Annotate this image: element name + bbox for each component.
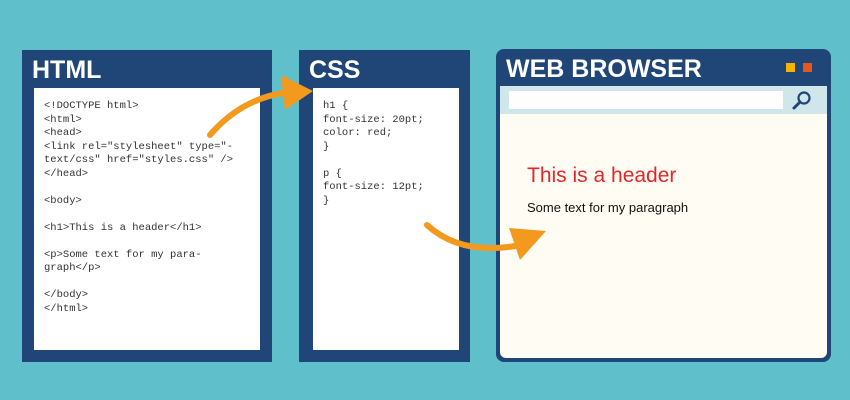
address-input[interactable]	[509, 91, 783, 109]
html-code-line: text/css" href="styles.css" />	[44, 154, 234, 166]
browser-window: WEB BROWSER This is a header Some text f…	[496, 49, 831, 362]
rendered-paragraph: Some text for my paragraph	[527, 200, 689, 215]
search-button[interactable]	[790, 89, 814, 111]
css-code-line: }	[323, 140, 330, 153]
css-panel: CSS h1 {font-size: 20pt; color: red;} p {f…	[299, 50, 470, 362]
css-code-line: h1 {	[323, 100, 349, 112]
html-code-line: graph</p>	[44, 262, 101, 274]
html-code-line	[44, 181, 250, 195]
css-code-line: p {	[323, 167, 342, 180]
css-code-line: color: red;	[323, 127, 393, 139]
html-panel: HTML <!DOCTYPE html> <html> <head> <link re…	[22, 50, 272, 362]
rendered-header: This is a header	[527, 164, 677, 187]
html-code-block: <!DOCTYPE html> <html> <head> <link rel="st…	[34, 88, 260, 350]
html-code-line: <link rel="stylesheet" type="-	[44, 140, 234, 153]
html-code-line: </html>	[44, 302, 89, 315]
browser-viewport: This is a header Some text for my paragr…	[500, 86, 827, 358]
yellow-square-icon[interactable]	[786, 63, 795, 72]
html-code-line: <body>	[44, 194, 82, 207]
css-code-line: }	[323, 194, 330, 207]
orange-square-icon[interactable]	[803, 63, 812, 72]
html-code-line: <!DOCTYPE html>	[44, 100, 139, 112]
html-code-line	[44, 235, 250, 249]
html-code-line: <h1>This is a header</h1>	[44, 221, 202, 234]
html-code-line: </body>	[44, 289, 89, 301]
css-code-line: font-size: 12pt;	[323, 181, 424, 193]
address-bar	[500, 86, 827, 114]
browser-title: WEB BROWSER	[506, 55, 702, 83]
magnifier-icon	[792, 91, 811, 110]
html-code-line: <head>	[44, 127, 82, 139]
css-code-line: font-size: 20pt;	[323, 113, 424, 126]
css-code-block: h1 {font-size: 20pt; color: red;} p {font-…	[313, 88, 459, 350]
html-code-line: </head>	[44, 167, 89, 180]
html-code-line: <p>Some text for my para-	[44, 248, 202, 261]
html-code-line: <html>	[44, 113, 82, 126]
css-panel-title: CSS	[309, 56, 361, 84]
css-code-line	[323, 154, 449, 168]
html-code-line	[44, 208, 250, 222]
html-code-line	[44, 276, 250, 290]
html-panel-title: HTML	[32, 56, 102, 84]
